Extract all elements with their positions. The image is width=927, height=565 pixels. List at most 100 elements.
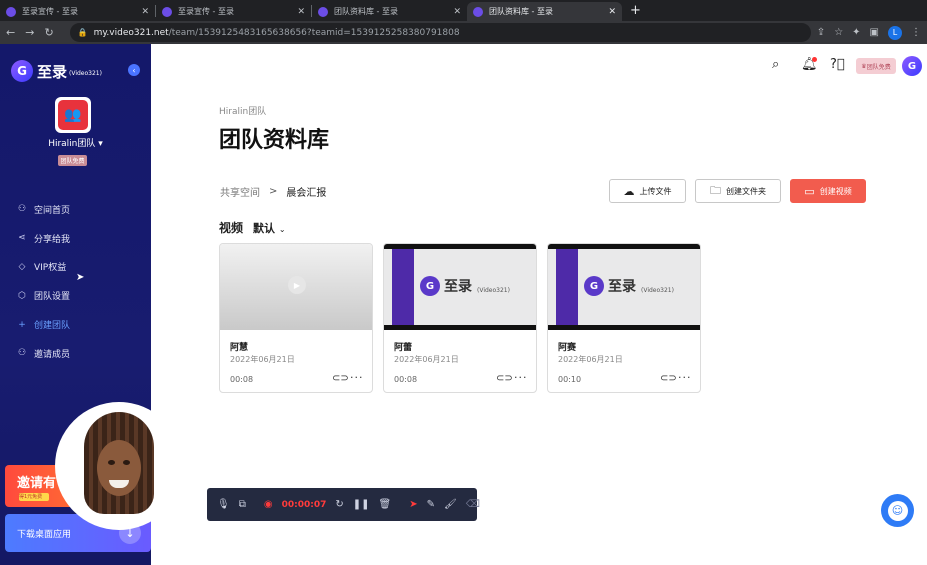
sidebar-item-shared[interactable]: ⋖ 分享给我	[0, 224, 151, 253]
browser-tab[interactable]: 团队资料库 - 至录 ✕	[312, 2, 467, 21]
delete-icon[interactable]: 🗑︎	[379, 499, 392, 510]
tab-title: 至录宣传 - 至录	[22, 7, 78, 16]
close-icon[interactable]: ✕	[141, 7, 149, 17]
logo-text: 至录	[37, 62, 68, 81]
sidebar-item-invite[interactable]: ⚇ 邀请成员	[0, 339, 151, 368]
collapse-sidebar-button[interactable]: ‹	[128, 64, 140, 76]
brush-icon[interactable]: 🖌︎	[444, 499, 457, 510]
sidebar-item-home[interactable]: ⚇ 空间首页	[0, 195, 151, 224]
video-card[interactable]: ▶ 阿慧 2022年06月21日 00:08 ⊂⊃ ···	[219, 243, 373, 393]
video-thumbnail[interactable]: G 至录 (Video321)	[384, 244, 536, 330]
tab-title: 至录宣传 - 至录	[178, 7, 234, 16]
share-page-icon[interactable]: ⇪	[817, 27, 825, 38]
chevron-left-icon: ‹	[132, 65, 136, 75]
close-icon[interactable]: ✕	[453, 7, 461, 17]
notification-dot	[812, 57, 817, 62]
record-stop-icon[interactable]: ◉	[264, 499, 273, 510]
avatar-eye	[108, 460, 115, 465]
back-icon[interactable]: ←	[6, 26, 15, 39]
eraser-icon[interactable]: ⌫	[466, 499, 480, 510]
video-section-header: 视频 默认 ⌄	[219, 219, 286, 236]
sidebar-item-create-team[interactable]: + 创建团队	[0, 310, 151, 339]
sidebar-item-label: 创建团队	[34, 321, 71, 332]
sidebar-item-team-settings[interactable]: ⬡ 团队设置	[0, 281, 151, 310]
video-card[interactable]: G 至录 (Video321) 阿赛 2022年06月21日 00:10 ⊂⊃ …	[547, 243, 701, 393]
browser-tab[interactable]: 至录宣传 - 至录 ✕	[0, 2, 155, 21]
browser-tab-active[interactable]: 团队资料库 - 至录 ✕	[467, 2, 622, 21]
copy-link-icon[interactable]: ⊂⊃	[660, 373, 677, 384]
user-icon: ⚇	[17, 204, 27, 215]
sort-dropdown[interactable]: 默认 ⌄	[253, 220, 286, 236]
sidebar-item-label: 分享给我	[34, 234, 71, 245]
recording-timer: 00:00:07	[281, 499, 327, 510]
search-icon[interactable]: ⌕	[772, 57, 779, 72]
reload-icon[interactable]: ↻	[44, 26, 53, 39]
close-icon[interactable]: ✕	[297, 7, 305, 17]
thumb-letterbox	[548, 325, 700, 330]
webcam-bubble[interactable]	[55, 402, 183, 530]
team-avatar[interactable]: 👥	[55, 97, 91, 133]
more-options-icon[interactable]: ···	[350, 371, 364, 384]
video-thumbnail[interactable]: ▶	[220, 244, 372, 330]
avatar-eye	[123, 460, 130, 465]
brand-word: 至录	[444, 279, 472, 295]
breadcrumb-shared-space[interactable]: 共享空间	[220, 184, 260, 199]
video-name: 阿蕾	[394, 343, 413, 353]
copy-link-icon[interactable]: ⊂⊃	[496, 373, 513, 384]
address-bar[interactable]: 🔒 my.video321.net/team/15391254831656386…	[69, 23, 811, 42]
sidebar-item-label: 空间首页	[34, 205, 71, 216]
support-chat-button[interactable]: ☺	[881, 494, 914, 527]
team-switcher[interactable]: Hiralin团队 ▾	[0, 136, 151, 149]
browser-menu-icon[interactable]: ⋮	[911, 27, 921, 38]
favicon-icon	[162, 6, 172, 17]
highlighter-icon[interactable]: ✎	[427, 499, 435, 510]
recording-toolbar: 🎙︎ ⧉ ◉ 00:00:07 ↻ ❚❚ 🗑︎ ➤ ✎ 🖌︎ ⌫	[207, 488, 480, 521]
copy-link-icon[interactable]: ⊂⊃	[332, 373, 349, 384]
more-options-icon[interactable]: ···	[514, 371, 528, 384]
headset-icon: ☺	[887, 500, 908, 521]
folder-icon: 🗀	[710, 183, 721, 197]
share-icon: ⋖	[18, 233, 26, 244]
crown-label: 团队免费	[866, 63, 891, 71]
create-video-button[interactable]: ▭ 创建视频	[790, 179, 866, 203]
video-name: 阿赛	[558, 343, 577, 353]
side-panel-icon[interactable]: ▣	[870, 27, 879, 38]
create-folder-button[interactable]: 🗀 创建文件夹	[695, 179, 781, 203]
diamond-icon: ◇	[18, 261, 26, 272]
plan-crown-badge[interactable]: ♛ 团队免费	[856, 58, 896, 74]
pause-icon[interactable]: ❚❚	[353, 499, 370, 510]
profile-avatar[interactable]: L	[888, 25, 902, 40]
more-options-icon[interactable]: ···	[678, 371, 692, 384]
settings-icon: ⬡	[18, 290, 26, 301]
video-thumbnail[interactable]: G 至录 (Video321)	[548, 244, 700, 330]
lock-icon: 🔒	[77, 28, 88, 37]
microphone-icon[interactable]: 🎙︎	[217, 499, 230, 510]
brand-logo-icon: G	[584, 276, 604, 296]
bookmark-star-icon[interactable]: ☆	[834, 27, 843, 38]
camera-icon[interactable]: ⧉	[239, 499, 246, 510]
browser-tab[interactable]: 至录宣传 - 至录 ✕	[156, 2, 311, 21]
extensions-icon[interactable]: ✦	[852, 27, 860, 38]
user-avatar-logo[interactable]: G	[902, 56, 922, 76]
restart-icon[interactable]: ↻	[335, 499, 343, 510]
create-folder-label: 创建文件夹	[726, 186, 766, 196]
video-date: 2022年06月21日	[230, 355, 295, 364]
team-label: Hiralin团队	[219, 107, 267, 117]
url-host: my.video321.net	[93, 27, 169, 38]
sort-label: 默认	[253, 221, 276, 235]
breadcrumb-separator: >	[269, 186, 278, 197]
app-logo[interactable]: G 至录 (Video321)	[11, 60, 102, 82]
help-icon[interactable]: ?⃝	[830, 57, 845, 72]
sidebar-item-label: VIP权益	[34, 263, 67, 274]
url-path: /team/1539125483165638656?teamid=1539125…	[168, 27, 460, 38]
close-icon[interactable]: ✕	[608, 7, 616, 17]
pointer-icon[interactable]: ➤	[409, 499, 417, 510]
favicon-icon	[473, 6, 483, 17]
invite-banner-badge: 得1元免费	[19, 493, 49, 501]
mouse-cursor-icon: ➤	[76, 272, 85, 283]
forward-icon[interactable]: →	[25, 26, 34, 39]
video-card[interactable]: G 至录 (Video321) 阿蕾 2022年06月21日 00:08 ⊂⊃ …	[383, 243, 537, 393]
team-plan-badge: 团队免费	[58, 155, 87, 166]
new-tab-button[interactable]: +	[630, 3, 641, 18]
upload-file-button[interactable]: ☁ 上传文件	[609, 179, 686, 203]
